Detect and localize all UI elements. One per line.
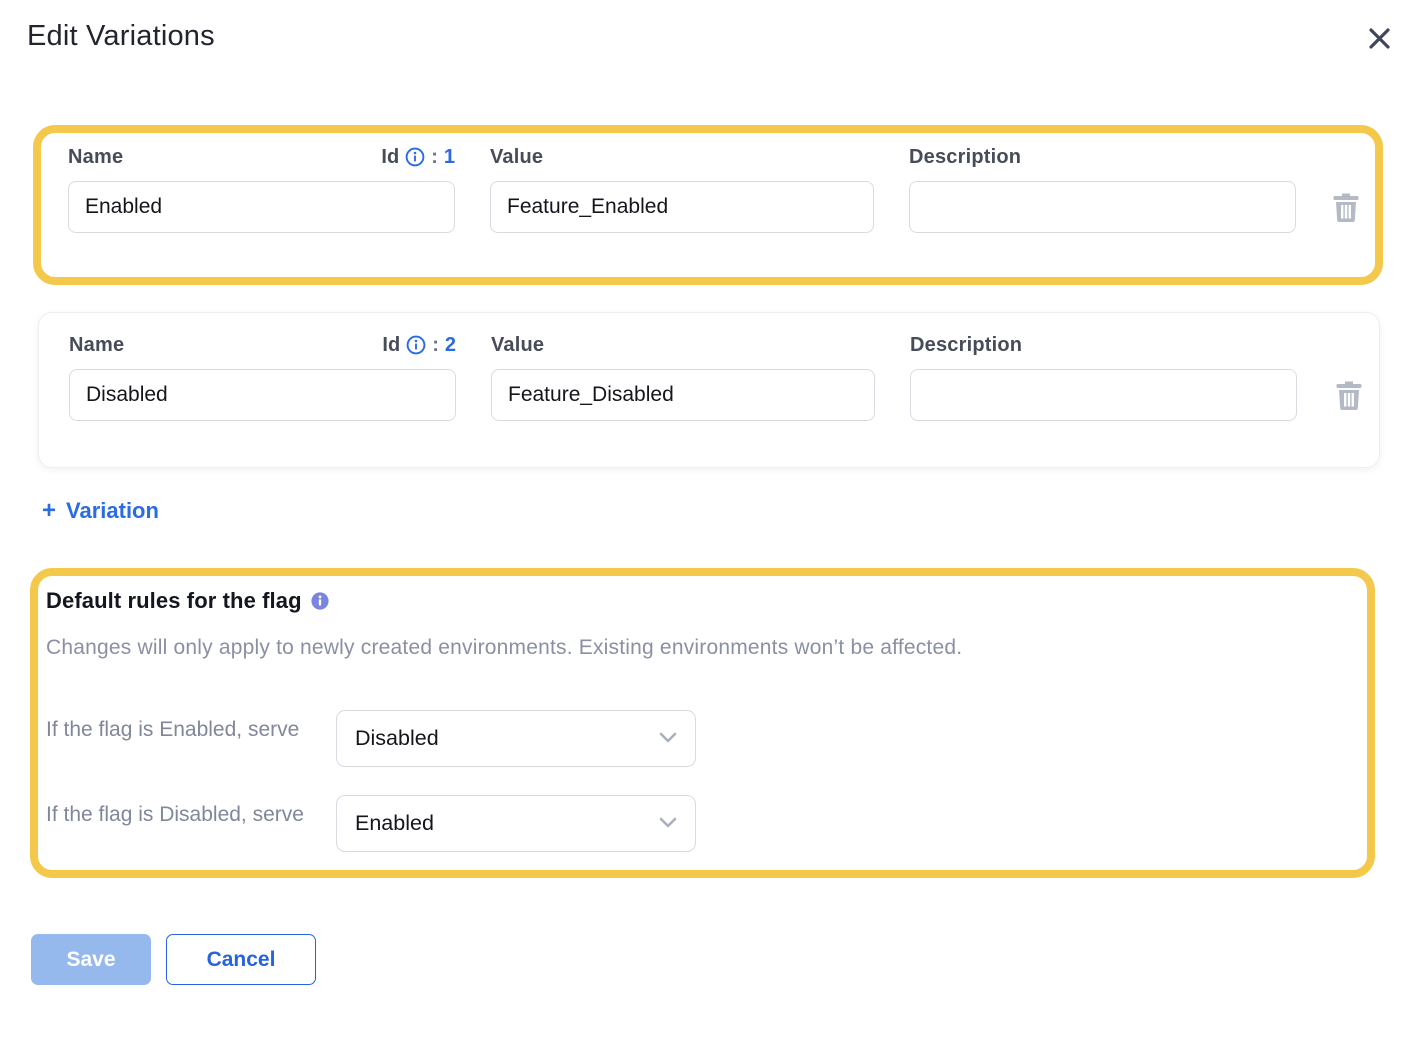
variation-card-2: Name Id : 2 (38, 312, 1380, 468)
selected-option: Enabled (355, 811, 434, 836)
trash-icon (1336, 398, 1362, 413)
rule-serve-select[interactable]: Disabled (336, 710, 696, 767)
delete-variation-button[interactable] (1333, 192, 1359, 222)
id-label: Id (382, 334, 400, 357)
dialog-footer: Save Cancel (31, 934, 1420, 985)
rule-serve-select[interactable]: Enabled (336, 795, 696, 852)
variation-description-input[interactable] (910, 369, 1297, 421)
add-variation-button[interactable]: + Variation (42, 498, 159, 524)
name-label: Name (69, 334, 124, 357)
name-label: Name (68, 146, 123, 169)
close-button[interactable] (1363, 22, 1396, 55)
close-icon (1367, 39, 1392, 54)
default-rules-heading: Default rules for the flag (46, 588, 302, 614)
default-rules-info-button[interactable] (311, 592, 329, 610)
variation-description-input[interactable] (909, 181, 1296, 233)
name-column: Name Id : 2 (69, 333, 456, 421)
chevron-down-icon (659, 816, 677, 831)
description-label: Description (910, 334, 1022, 357)
id-separator: : (431, 146, 438, 169)
rule-row-disabled: If the flag is Disabled, serve Enabled (46, 795, 1347, 852)
value-column: Value (490, 145, 874, 233)
dialog-header: Edit Variations (0, 0, 1420, 55)
plus-icon: + (42, 499, 56, 523)
id-label: Id (381, 146, 399, 169)
variation-name-input[interactable] (68, 181, 455, 233)
description-label: Description (909, 146, 1021, 169)
info-icon-filled (311, 598, 329, 613)
save-button[interactable]: Save (31, 934, 151, 985)
default-rules-helper-text: Changes will only apply to newly created… (46, 636, 1347, 660)
trash-icon (1333, 210, 1359, 225)
value-label: Value (490, 146, 543, 169)
rule-row-enabled: If the flag is Enabled, serve Disabled (46, 710, 1347, 767)
variation-name-input[interactable] (69, 369, 456, 421)
description-column: Description (910, 333, 1297, 421)
id-separator: : (432, 334, 439, 357)
add-variation-label: Variation (66, 498, 159, 524)
id-badge: Id : 2 (382, 334, 456, 357)
selected-option: Disabled (355, 726, 439, 751)
info-icon (405, 155, 425, 170)
chevron-down-icon (659, 731, 677, 746)
name-column: Name Id : 1 (68, 145, 455, 233)
cancel-button[interactable]: Cancel (166, 934, 316, 985)
id-value: 1 (444, 146, 455, 169)
id-info-button[interactable] (405, 147, 425, 167)
default-rules-card: Default rules for the flag Changes will … (30, 568, 1375, 878)
id-info-button[interactable] (406, 335, 426, 355)
variation-value-input[interactable] (491, 369, 875, 421)
value-column: Value (491, 333, 875, 421)
info-icon (406, 343, 426, 358)
description-column: Description (909, 145, 1296, 233)
variation-card-1: Name Id : 1 (33, 125, 1383, 285)
page-title: Edit Variations (27, 20, 215, 53)
variation-value-input[interactable] (490, 181, 874, 233)
rule-label: If the flag is Enabled, serve (46, 710, 336, 746)
id-value: 2 (445, 334, 456, 357)
rule-label: If the flag is Disabled, serve (46, 795, 336, 831)
delete-variation-button[interactable] (1336, 380, 1362, 410)
value-label: Value (491, 334, 544, 357)
id-badge: Id : 1 (381, 146, 455, 169)
